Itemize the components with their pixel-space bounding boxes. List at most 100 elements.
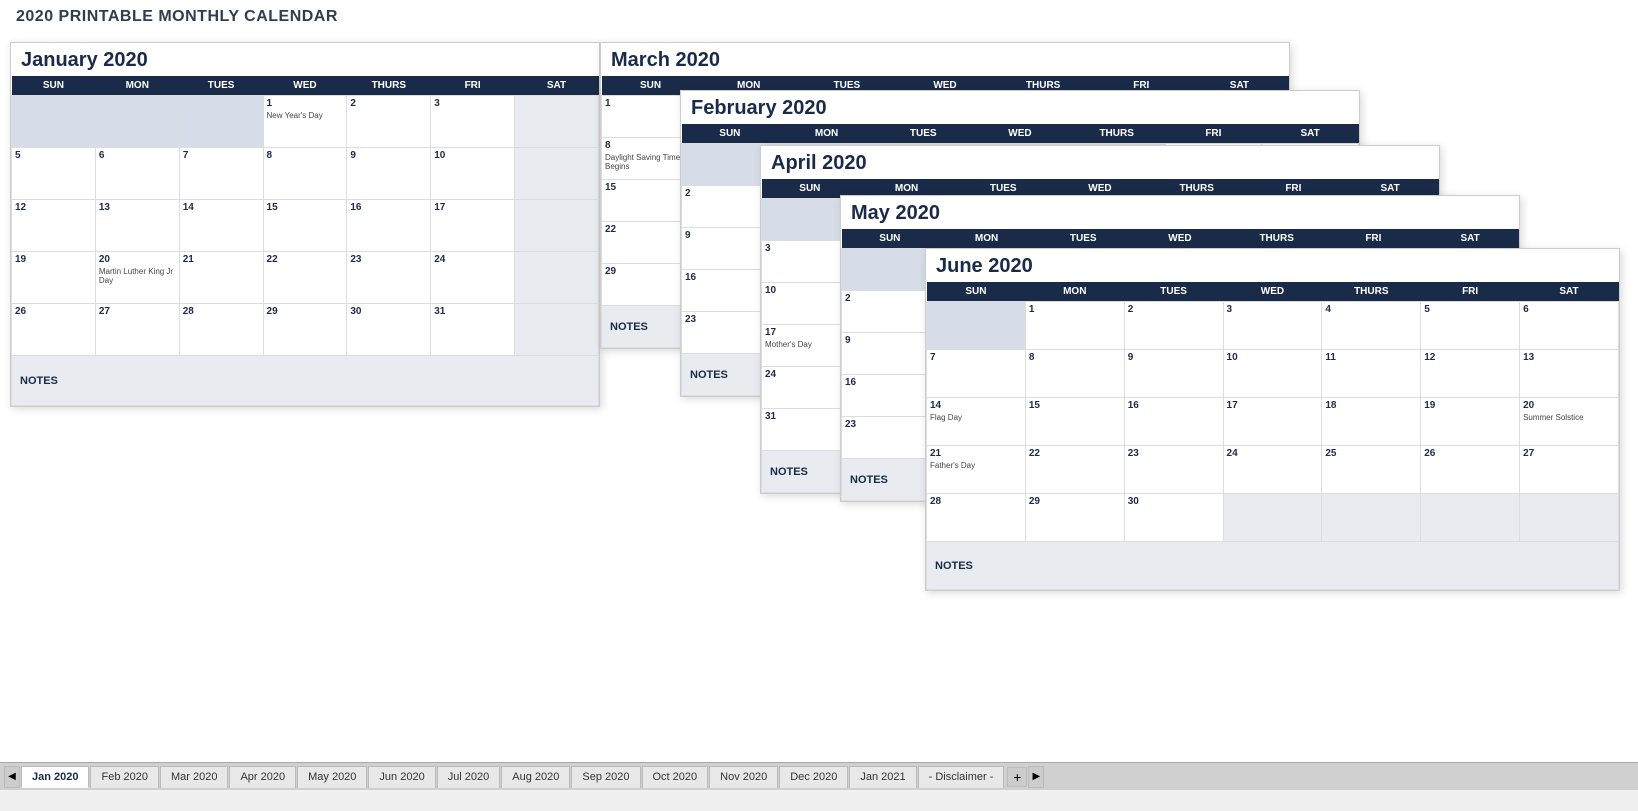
day-cell: 5 [12,148,96,200]
day-cell: 19 [12,252,96,304]
day-cell: 2 [347,96,431,148]
day-cell: 28 [927,494,1026,542]
february-title: February 2020 [681,91,1359,124]
day-cell [515,252,599,304]
tab-aug-2020[interactable]: Aug 2020 [501,766,570,788]
col-fri: FRI [1421,282,1520,302]
tab-disclaimer[interactable]: - Disclaimer - [918,766,1005,788]
col-mon: MON [95,76,179,96]
day-cell: 26 [1421,446,1520,494]
tab-may-2020[interactable]: May 2020 [297,766,367,788]
day-cell: 14 [179,200,263,252]
table-row: 7 8 9 10 11 12 13 [927,350,1619,398]
col-wed: WED [1132,229,1229,249]
day-cell: 28 [179,304,263,356]
tab-scroll-left[interactable]: ◀ [4,766,20,788]
day-cell: 15 [1025,398,1124,446]
col-thu: THURS [347,76,431,96]
day-cell: 16 [347,200,431,252]
table-row: 28 29 30 [927,494,1619,542]
day-cell: 27 [1520,446,1619,494]
day-cell: 8 [263,148,347,200]
table-row: 19 20Martin Luther King Jr Day 21 22 23 … [12,252,599,304]
may-title: May 2020 [841,196,1519,229]
day-cell: 2 [1124,302,1223,350]
tab-feb-2020[interactable]: Feb 2020 [90,766,158,788]
table-row: 14Flag Day 15 16 17 18 19 20Summer Solst… [927,398,1619,446]
day-cell: 9 [1124,350,1223,398]
day-cell: 19 [1421,398,1520,446]
day-cell: 1 [1025,302,1124,350]
col-sun: SUN [12,76,96,96]
tab-jan-2021[interactable]: Jan 2021 [849,766,916,788]
col-thu: THURS [1228,229,1325,249]
tab-mar-2020[interactable]: Mar 2020 [160,766,228,788]
col-thu: THURS [1068,124,1165,144]
day-cell: 8 [1025,350,1124,398]
col-fri: FRI [1325,229,1422,249]
day-cell: 22 [1025,446,1124,494]
day-cell [842,249,939,291]
main-area: 2020 PRINTABLE MONTHLY CALENDAR January … [0,0,1638,762]
day-cell: 24 [431,252,515,304]
col-sun: SUN [682,124,779,144]
march-title: March 2020 [601,43,1289,76]
day-cell: 26 [12,304,96,356]
day-cell [515,96,599,148]
tab-jul-2020[interactable]: Jul 2020 [437,766,501,788]
tab-oct-2020[interactable]: Oct 2020 [642,766,709,788]
notes-label: NOTES [927,542,1619,590]
tab-jan-2020[interactable]: Jan 2020 [21,766,89,788]
tab-add-button[interactable]: + [1007,767,1027,787]
tab-nov-2020[interactable]: Nov 2020 [709,766,778,788]
col-sun: SUN [927,282,1026,302]
day-cell: 17 [1223,398,1322,446]
table-row: 1New Year's Day 2 3 [12,96,599,148]
day-cell [515,148,599,200]
table-row: 26 27 28 29 30 31 [12,304,599,356]
tab-sep-2020[interactable]: Sep 2020 [571,766,640,788]
col-mon: MON [1025,282,1124,302]
notes-label: NOTES [12,356,599,406]
day-cell [12,96,96,148]
day-cell: 6 [1520,302,1619,350]
table-row: 5 6 7 8 9 10 [12,148,599,200]
day-cell: 29 [1025,494,1124,542]
day-cell: 3 [1223,302,1322,350]
tab-apr-2020[interactable]: Apr 2020 [229,766,296,788]
col-sun: SUN [842,229,939,249]
day-cell: 12 [12,200,96,252]
tab-dec-2020[interactable]: Dec 2020 [779,766,848,788]
day-cell: 7 [179,148,263,200]
day-cell: 14Flag Day [927,398,1026,446]
col-tue: TUES [179,76,263,96]
day-cell: 30 [347,304,431,356]
day-cell: 6 [95,148,179,200]
day-cell: 30 [1124,494,1223,542]
col-tue: TUES [1035,229,1132,249]
tab-scroll-right[interactable]: ▶ [1028,766,1044,788]
col-wed: WED [972,124,1069,144]
col-tue: TUES [1124,282,1223,302]
col-thu: THURS [1322,282,1421,302]
day-cell: 11 [1322,350,1421,398]
day-cell: 3 [431,96,515,148]
day-cell [927,302,1026,350]
tab-jun-2020[interactable]: Jun 2020 [368,766,435,788]
day-cell: 7 [927,350,1026,398]
notes-row: NOTES [12,356,599,406]
table-row: 1 2 3 4 5 6 [927,302,1619,350]
day-cell [515,200,599,252]
col-mon: MON [778,124,875,144]
day-cell: 20Martin Luther King Jr Day [95,252,179,304]
day-cell: 23 [347,252,431,304]
day-cell: 4 [1322,302,1421,350]
day-cell: 1New Year's Day [263,96,347,148]
col-sat: SAT [1422,229,1519,249]
day-cell: 23 [842,417,939,459]
day-cell: 25 [1322,446,1421,494]
day-cell [95,96,179,148]
january-table: SUN MON TUES WED THURS FRI SAT 1New Year… [11,76,599,406]
day-cell [515,304,599,356]
day-cell: 16 [842,375,939,417]
